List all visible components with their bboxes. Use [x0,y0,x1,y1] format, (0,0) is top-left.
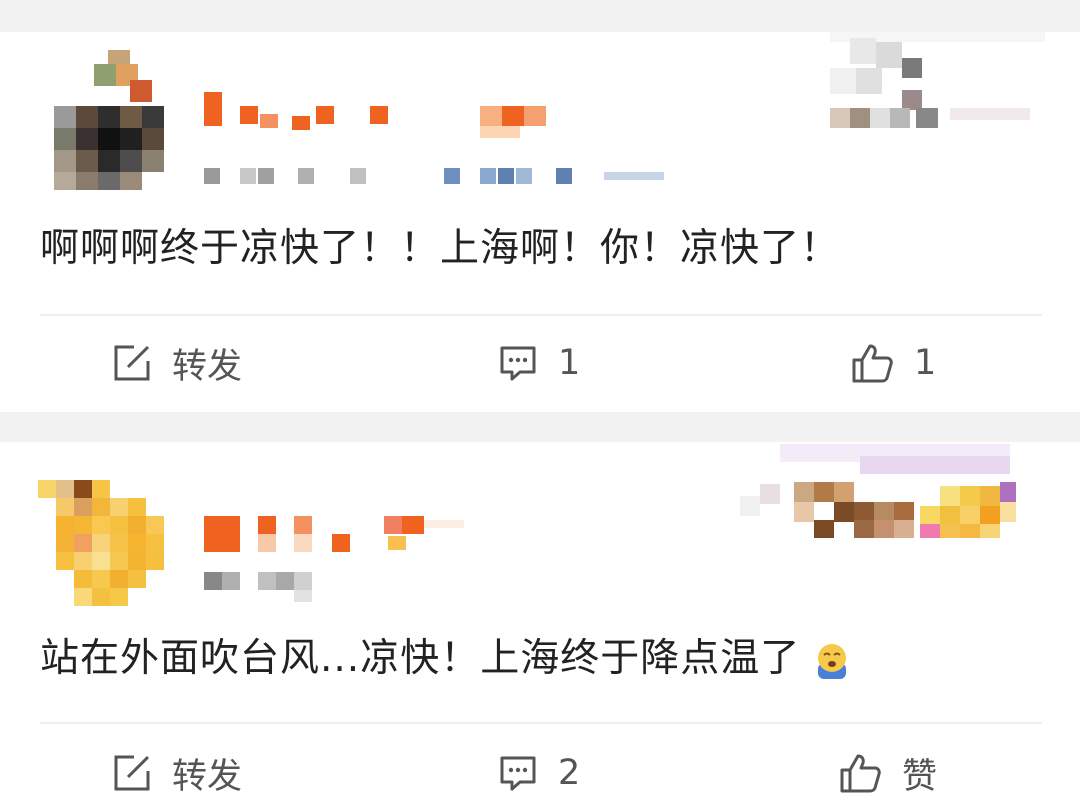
yawn-face-emoji [812,641,852,681]
repost-label: 转发 [172,346,243,387]
comment-button[interactable]: 1 [498,338,580,388]
comment-text: 站在外面吹台风...凉快！上海终于降点温了 [40,634,852,684]
top-separator [0,0,1080,32]
post-meta-time-source [200,570,340,604]
like-button[interactable]: 1 [850,338,936,388]
like-label: 赞 [902,756,938,797]
comment-card-2: 站在外面吹台风...凉快！上海终于降点温了 转发 2 赞 [0,442,1080,810]
comment-text-body: 站在外面吹台风...凉快！上海终于降点温了 [40,636,801,681]
avatar[interactable] [38,480,168,612]
thumbs-up-icon [850,341,894,385]
thumbs-up-icon [838,751,882,795]
member-badge-image [740,444,1020,540]
divider [40,722,1042,724]
member-badge-image [830,32,1045,132]
edit-share-icon [112,343,152,383]
comment-card-1: 啊啊啊终于凉快了！！上海啊！你！凉快了！ 转发 1 1 [0,32,1080,412]
comment-icon [498,753,538,793]
user-nickname[interactable] [200,92,560,138]
like-count: 1 [914,343,937,383]
edit-share-icon [112,753,152,793]
divider [40,314,1042,316]
comment-text: 啊啊啊终于凉快了！！上海啊！你！凉快了！ [40,226,841,271]
user-nickname[interactable] [200,516,480,552]
repost-button[interactable]: 转发 [112,748,242,798]
repost-label: 转发 [172,756,243,797]
repost-button[interactable]: 转发 [112,338,242,388]
card-separator [0,412,1080,442]
comment-icon [498,343,538,383]
like-button[interactable]: 赞 [838,748,937,798]
comment-button[interactable]: 2 [498,748,580,798]
comment-count: 1 [558,343,581,383]
comment-count: 2 [558,753,581,793]
avatar[interactable] [54,50,166,190]
post-meta-time-source [200,164,680,186]
